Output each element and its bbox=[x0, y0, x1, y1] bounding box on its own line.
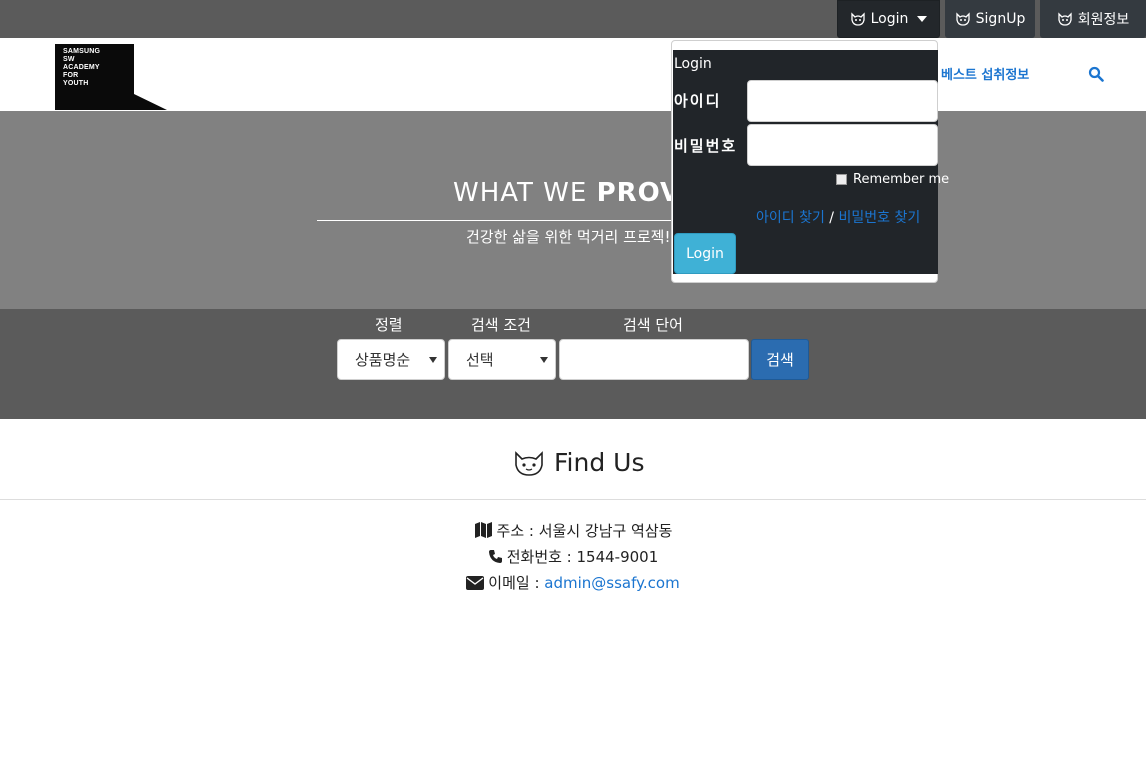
search-button[interactable]: 검색 bbox=[751, 339, 809, 380]
sort-label: 정렬 bbox=[375, 316, 403, 334]
nav-best-intake-info[interactable]: 베스트 섭취정보 bbox=[941, 64, 1029, 83]
map-icon bbox=[474, 522, 492, 538]
login-submit-button[interactable]: Login bbox=[674, 233, 736, 274]
cat-face-icon bbox=[1058, 12, 1072, 26]
signup-button[interactable]: SignUp bbox=[945, 0, 1035, 38]
sort-select-value: 상품명순 bbox=[355, 351, 411, 369]
email-line: 이메일 : admin@ssafy.com bbox=[0, 572, 1146, 593]
site-header: SAMSUNG SW ACADEMY FOR YOUTH 베스트 섭취정보 bbox=[0, 38, 1146, 111]
login-form: Login 아이디 비밀번호 Remember me 아이디 찾기 / 비밀번호… bbox=[673, 50, 949, 274]
email-label: 이메일 : bbox=[488, 574, 545, 592]
hero-banner: WHAT WE PROVID 건강한 삶을 위한 먹거리 프로젝! bbox=[0, 111, 1146, 309]
remember-me-checkbox[interactable] bbox=[836, 174, 847, 185]
envelope-icon bbox=[466, 576, 485, 590]
condition-label: 검색 조건 bbox=[471, 316, 531, 334]
cat-face-icon bbox=[515, 450, 543, 476]
keyword-input[interactable] bbox=[559, 339, 749, 380]
signup-label: SignUp bbox=[975, 11, 1026, 27]
find-account-links: 아이디 찾기 / 비밀번호 찾기 bbox=[756, 207, 920, 227]
search-icon[interactable] bbox=[1088, 66, 1104, 82]
phone-line: 전화번호 : 1544-9001 bbox=[0, 546, 1146, 567]
select-arrow-icon bbox=[429, 357, 437, 363]
remember-me-label: Remember me bbox=[853, 172, 950, 187]
member-info-label: 회원정보 bbox=[1077, 12, 1130, 28]
condition-select[interactable]: 선택 bbox=[448, 339, 556, 380]
address-line: 주소 : 서울시 강남구 역삼동 bbox=[0, 520, 1146, 541]
keyword-label: 검색 단어 bbox=[623, 316, 683, 334]
login-dropdown-button[interactable]: Login bbox=[837, 0, 940, 38]
member-info-button[interactable]: 회원정보 bbox=[1040, 0, 1146, 38]
login-form-title: Login bbox=[674, 56, 712, 72]
find-us-title: Find Us bbox=[512, 448, 645, 477]
remember-me[interactable]: Remember me bbox=[836, 172, 949, 187]
link-separator: / bbox=[824, 210, 839, 226]
address-text: 주소 : 서울시 강남구 역삼동 bbox=[496, 522, 673, 540]
find-password-link[interactable]: 비밀번호 찾기 bbox=[838, 210, 920, 226]
hero-title-light: WHAT WE bbox=[453, 178, 597, 208]
cat-face-icon bbox=[956, 12, 970, 26]
hero-subtitle: 건강한 삶을 위한 먹거리 프로젝! bbox=[466, 228, 671, 246]
login-dropdown-label: Login bbox=[870, 11, 909, 27]
condition-select-value: 선택 bbox=[466, 351, 494, 369]
login-dropdown: Login 아이디 비밀번호 Remember me 아이디 찾기 / 비밀번호… bbox=[671, 40, 949, 283]
email-link[interactable]: admin@ssafy.com bbox=[544, 574, 679, 592]
find-us-section: Find Us bbox=[0, 419, 1146, 500]
cat-face-icon bbox=[850, 12, 865, 26]
find-us-title-text: Find Us bbox=[554, 448, 645, 477]
find-id-link[interactable]: 아이디 찾기 bbox=[756, 210, 825, 226]
sort-select[interactable]: 상품명순 bbox=[337, 339, 445, 380]
phone-icon bbox=[488, 550, 502, 563]
search-bar: 정렬 검색 조건 검색 단어 상품명순 선택 검색 bbox=[0, 309, 1146, 419]
caret-down-icon bbox=[917, 16, 928, 22]
password-label: 비밀번호 bbox=[674, 137, 738, 155]
id-input[interactable] bbox=[747, 80, 938, 122]
logo[interactable]: SAMSUNG SW ACADEMY FOR YOUTH bbox=[55, 44, 167, 110]
logo-text: SAMSUNG SW ACADEMY FOR YOUTH bbox=[63, 48, 101, 87]
password-input[interactable] bbox=[747, 124, 938, 166]
phone-text: 전화번호 : 1544-9001 bbox=[506, 548, 659, 566]
hero-divider bbox=[317, 220, 677, 221]
select-arrow-icon bbox=[540, 357, 548, 363]
id-label: 아이디 bbox=[674, 92, 722, 110]
top-bar: Login SignUp 회원정보 bbox=[0, 0, 1146, 38]
